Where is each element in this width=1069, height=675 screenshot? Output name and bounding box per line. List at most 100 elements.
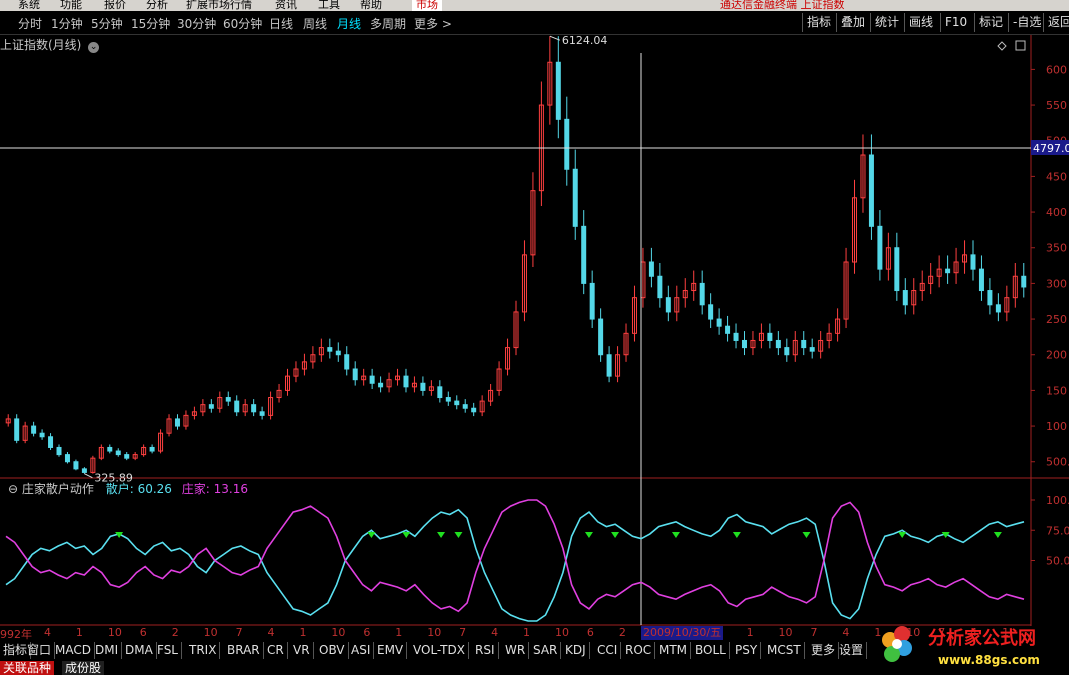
menu-item-help[interactable]: 帮助 [360,0,382,11]
site-watermark-logo: 分析家公式网 www.88gs.com [882,626,1040,667]
period-daily[interactable]: 日线 [269,15,293,32]
window-title: 通达信金融终端 上证指数 [720,0,845,11]
indicator-tab-cr[interactable]: CR [264,642,288,659]
date-tick-label: 1 [299,626,307,639]
price-tick-label: 450 [1046,170,1067,183]
date-tick-label: 1 [523,626,531,639]
watermark-brand: 分析家公式网 [928,627,1036,649]
candle-body [39,432,45,438]
indicator-name[interactable]: 庄家散户动作 [22,482,94,496]
constituents-tab[interactable]: 成份股 [62,661,105,675]
buy-signal-marker [993,532,1002,538]
watchlist-button[interactable]: -自选 [1008,13,1045,32]
menu-item-market[interactable]: 市场 [412,0,442,11]
menu-item-function[interactable]: 功能 [60,0,82,11]
indicator-tab-fsl[interactable]: FSL [154,642,182,659]
mark-button[interactable]: 标记 [974,13,1007,32]
candle-body [581,225,587,284]
indicator-tick-label: 75.0 [1046,524,1069,537]
related-instruments-tab[interactable]: 关联品种 [0,661,55,675]
candle-body [335,350,341,356]
buy-signal-marker [367,532,376,538]
indicator-tab-mcst[interactable]: MCST [764,642,805,659]
period-30min[interactable]: 30分钟 [177,15,216,32]
menu-item-tools[interactable]: 工具 [318,0,340,11]
overlay-button[interactable]: 叠加 [836,13,869,32]
period-60min[interactable]: 60分钟 [223,15,262,32]
collapse-icon[interactable]: ⊖ [8,482,18,496]
statistics-button[interactable]: 统计 [870,13,903,32]
indicator-tab-brar[interactable]: BRAR [224,642,264,659]
menu-item-news[interactable]: 资讯 [275,0,297,11]
candle-body [73,461,79,470]
indicator-tab-rsi[interactable]: RSI [472,642,499,659]
indicator-tab-psy[interactable]: PSY [732,642,762,659]
date-tick-label: 1 [395,626,403,639]
indicator-tab-obv[interactable]: OBV [316,642,349,659]
chart-options-icon[interactable]: ⌄ [88,42,100,53]
period-15min[interactable]: 15分钟 [131,15,170,32]
menu-item-extended-market[interactable]: 扩展市场行情 [186,0,252,11]
candle-body [225,397,231,402]
period-5min[interactable]: 5分钟 [91,15,123,32]
f10-button[interactable]: F10 [940,13,971,32]
indicator-tab-asi[interactable]: ASI [348,642,375,659]
buy-signal-marker [671,532,680,538]
menu-item-system[interactable]: 系统 [18,0,40,11]
indicator-tab-更多[interactable]: 更多 [808,642,840,659]
indicator-tab-wr[interactable]: WR [502,642,530,659]
indicator-tab-窗口[interactable]: 窗口 [24,642,56,659]
menu-item-quote[interactable]: 报价 [104,0,126,11]
indicator-tab-vr[interactable]: VR [290,642,314,659]
indicator-tab-sar[interactable]: SAR [530,642,562,659]
indicator-tab-dmi[interactable]: DMI [92,642,123,659]
chart-canvas[interactable]: 600550500450400350300250200150100500.612… [0,35,1069,627]
candle-body [970,254,976,270]
indicator-tab-macd[interactable]: MACD [52,642,95,659]
period-more[interactable]: 更多 > [414,15,452,32]
period-weekly[interactable]: 周线 [303,15,327,32]
candle-body [775,339,781,349]
indicator-tab-vol-tdx[interactable]: VOL-TDX [410,642,469,659]
indicator-tab-kdj[interactable]: KDJ [562,642,590,659]
candle-body [606,354,612,377]
indicator-tab-roc[interactable]: ROC [622,642,656,659]
buy-signal-marker [802,532,811,538]
period-multi[interactable]: 多周期 [370,15,406,32]
candle-body [657,275,663,299]
period-1min[interactable]: 1分钟 [51,15,83,32]
date-tick-label: 4 [491,626,499,639]
date-tick-label: 6 [363,626,371,639]
candle-body [987,290,993,306]
period-monthly[interactable]: 月线 [337,15,361,32]
candle-body [665,297,671,313]
back-button[interactable]: 返回 [1043,13,1069,32]
indicator-tab-设置[interactable]: 设置 [836,642,868,659]
draw-line-button[interactable]: 画线 [904,13,937,32]
price-tick-label: 550 [1046,99,1067,112]
cursor-date-label: 2009/10/30/五 [641,626,724,640]
indicator-tab-boll[interactable]: BOLL [692,642,730,659]
date-tick-label: 10 [427,626,442,639]
candle-body [462,404,468,409]
candle-body [14,418,20,441]
date-tick-label: 10 [107,626,122,639]
system-menu-bar: 系统 功能 报价 分析 扩展市场行情 资讯 工具 帮助 市场 通达信金融终端 上… [0,0,1069,11]
indicator-tab-emv[interactable]: EMV [374,642,408,659]
candle-body [995,304,1001,313]
indicator-tab-cci[interactable]: CCI [594,642,622,659]
indicator-tab-dma[interactable]: DMA [122,642,157,659]
candle-body [251,404,257,413]
indicator-button[interactable]: 指标 [802,13,835,32]
cursor-price-label: 4797.0 [1033,142,1069,155]
period-intraday[interactable]: 分时 [18,15,42,32]
indicator-tab-trix[interactable]: TRIX [186,642,221,659]
candle-body [64,454,70,463]
date-tick-label: 7 [235,626,243,639]
menu-item-analysis[interactable]: 分析 [146,0,168,11]
chart-title-text: 上证指数(月线) [0,38,82,52]
candle-body [784,347,790,356]
indicator-tab-mtm[interactable]: MTM [656,642,692,659]
date-tick-label: 7 [810,626,818,639]
candle-body [801,339,807,349]
